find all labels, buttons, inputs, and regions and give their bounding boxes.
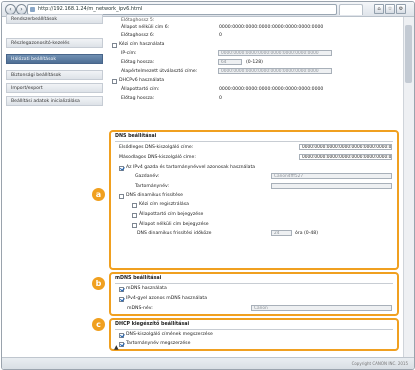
- callout-badge-c: c: [92, 318, 105, 331]
- arrow-right-icon: ›: [20, 6, 23, 13]
- copyright-text: Copyright CANON INC. 2015: [351, 361, 408, 366]
- same-mdns-label: IPv4-gyel azonos mDNS használata: [126, 296, 208, 301]
- stateful-address-label: Állapottartó cím:: [121, 87, 160, 92]
- use-mdns-label: mDNS használata: [126, 286, 167, 291]
- prefix5-label: Előtaghossz 5:: [121, 18, 155, 23]
- acquire-domain-label: Tartománynév megszerzése: [126, 341, 191, 346]
- mdns-name-label: mDNS-név:: [127, 306, 153, 311]
- host-name-input[interactable]: Canon4fff527: [271, 173, 392, 179]
- arrow-left-icon: ‹: [9, 6, 12, 13]
- same-mdns-checkbox[interactable]: [119, 297, 124, 302]
- host-name-label: Gazdanév:: [135, 174, 160, 179]
- stateful-address-value: 0000:0000:0000:0000:0000:0000:0000:0000: [219, 87, 324, 92]
- manual-address-label: Kézi cím használata: [119, 42, 165, 47]
- domain-name-label: Tartománynév:: [135, 184, 170, 189]
- sidebar-item-network[interactable]: Hálózati beállítások: [6, 54, 103, 64]
- stateful-prefix-value: 0: [219, 96, 222, 101]
- gateway-label: Alapértelmezett útválasztó címe:: [121, 69, 198, 74]
- prefix-length-range: (0-128): [246, 60, 263, 65]
- arrow-up-icon[interactable]: ▲: [114, 344, 119, 351]
- mdns-divider: [115, 283, 393, 284]
- same-host-checkbox[interactable]: [119, 166, 124, 171]
- gateway-input[interactable]: 0000:0000:0000:0000:0000:0000:0000:0000: [218, 68, 332, 74]
- stateless-reg-label: Állapot nélküli cím bejegyzése: [139, 222, 209, 227]
- dynamic-update-label: DNS dinamikus frissítése: [126, 193, 183, 198]
- callout-badge-a: a: [92, 188, 105, 201]
- sidebar: Rendszerbeállítások Részlegazonosító-kez…: [2, 14, 105, 369]
- star-icon[interactable]: ☆: [385, 4, 395, 14]
- manual-reg-label: Kézi cím regisztrálása: [139, 202, 189, 207]
- gear-icon[interactable]: ⚙: [396, 4, 406, 14]
- dhcpv6-label: DHCPv6 használata: [119, 78, 165, 83]
- stateless-reg-checkbox[interactable]: [132, 223, 137, 228]
- sidebar-item-department-id[interactable]: Részlegazonosító-kezelés: [6, 38, 103, 48]
- acquire-dns-server-label: DNS-kiszolgáló címének megszerzése: [126, 332, 213, 337]
- update-interval-unit: óra (0-48): [295, 231, 318, 236]
- stateful-reg-label: Állapottartó cím bejegyzése: [139, 212, 204, 217]
- stateful-prefix-label: Előtag hossza:: [121, 96, 155, 101]
- browser-tab[interactable]: [339, 4, 363, 15]
- url-text: http://192.168.1.24/m_network_ipv6.html: [38, 6, 143, 12]
- prefix-length-label: Előtag hossza:: [121, 60, 155, 65]
- primary-dns-label: Elsődleges DNS-kiszolgáló címe:: [119, 145, 194, 150]
- home-icon[interactable]: ⌂: [374, 4, 384, 14]
- dns-section-title: DNS beállításai: [115, 134, 157, 139]
- stateful-reg-checkbox[interactable]: [132, 213, 137, 218]
- browser-window: ‹ › http://192.168.1.24/m_network_ipv6.h…: [1, 1, 415, 370]
- manual-address-checkbox[interactable]: [112, 43, 117, 48]
- settings-content: Előtaghossz 5: Állapot nélküli cím 6: 00…: [106, 17, 403, 355]
- dhcp-section-title: DHCP kiegészítő beállításai: [115, 322, 190, 327]
- ip-address-label: IP-cím:: [121, 51, 137, 56]
- primary-dns-input[interactable]: 0000:0000:0000:0000:0000:0000:0000:0000: [299, 144, 392, 150]
- secondary-dns-label: Másodlagos DNS-kiszolgáló címe:: [119, 155, 196, 160]
- vertical-scrollbar[interactable]: [403, 17, 414, 357]
- ip-address-input[interactable]: 0000:0000:0000:0000:0000:0000:0000:0000: [218, 50, 332, 56]
- use-mdns-checkbox[interactable]: [119, 287, 124, 292]
- prefix6-label: Előtaghossz 6:: [121, 33, 155, 38]
- dns-divider: [115, 141, 393, 142]
- page-icon: [30, 7, 35, 12]
- update-interval-input[interactable]: 24: [271, 230, 292, 236]
- mdns-section-title: mDNS beállításai: [115, 276, 162, 281]
- dhcpv6-checkbox[interactable]: [112, 79, 117, 84]
- sidebar-item-import-export[interactable]: Import/export: [6, 83, 103, 93]
- status-bar: Copyright CANON INC. 2015: [2, 357, 414, 369]
- update-interval-label: DNS dinamikus frissítési időköze: [137, 231, 212, 236]
- dhcp-divider: [115, 329, 393, 330]
- prefix-length-input[interactable]: 64: [218, 59, 242, 65]
- stateless6-value: 0000:0000:0000:0000:0000:0000:0000:0000: [219, 25, 324, 30]
- sidebar-item-initialize[interactable]: Beállítási adatok inicializálása: [6, 96, 103, 106]
- manual-reg-checkbox[interactable]: [132, 203, 137, 208]
- secondary-dns-input[interactable]: 0000:0000:0000:0000:0000:0000:0000:0000: [299, 154, 392, 160]
- scrollbar-thumb[interactable]: [405, 25, 412, 83]
- mdns-name-input[interactable]: Canon: [251, 305, 392, 311]
- domain-name-input[interactable]: [271, 183, 392, 189]
- same-host-label: Az IPv4 gazda és tartománynévvel azonosa…: [126, 165, 256, 170]
- prefix6-value: 0: [219, 33, 222, 38]
- sidebar-item-system[interactable]: Rendszerbeállítások: [6, 14, 103, 24]
- dynamic-update-checkbox[interactable]: [119, 194, 124, 199]
- acquire-dns-server-checkbox[interactable]: [119, 333, 124, 338]
- dns-highlight-box: [109, 130, 399, 270]
- stateless6-label: Állapot nélküli cím 6:: [121, 25, 170, 30]
- acquire-domain-checkbox[interactable]: [119, 342, 124, 347]
- sidebar-item-security[interactable]: Biztonsági beállítások: [6, 70, 103, 80]
- callout-badge-b: b: [92, 277, 105, 290]
